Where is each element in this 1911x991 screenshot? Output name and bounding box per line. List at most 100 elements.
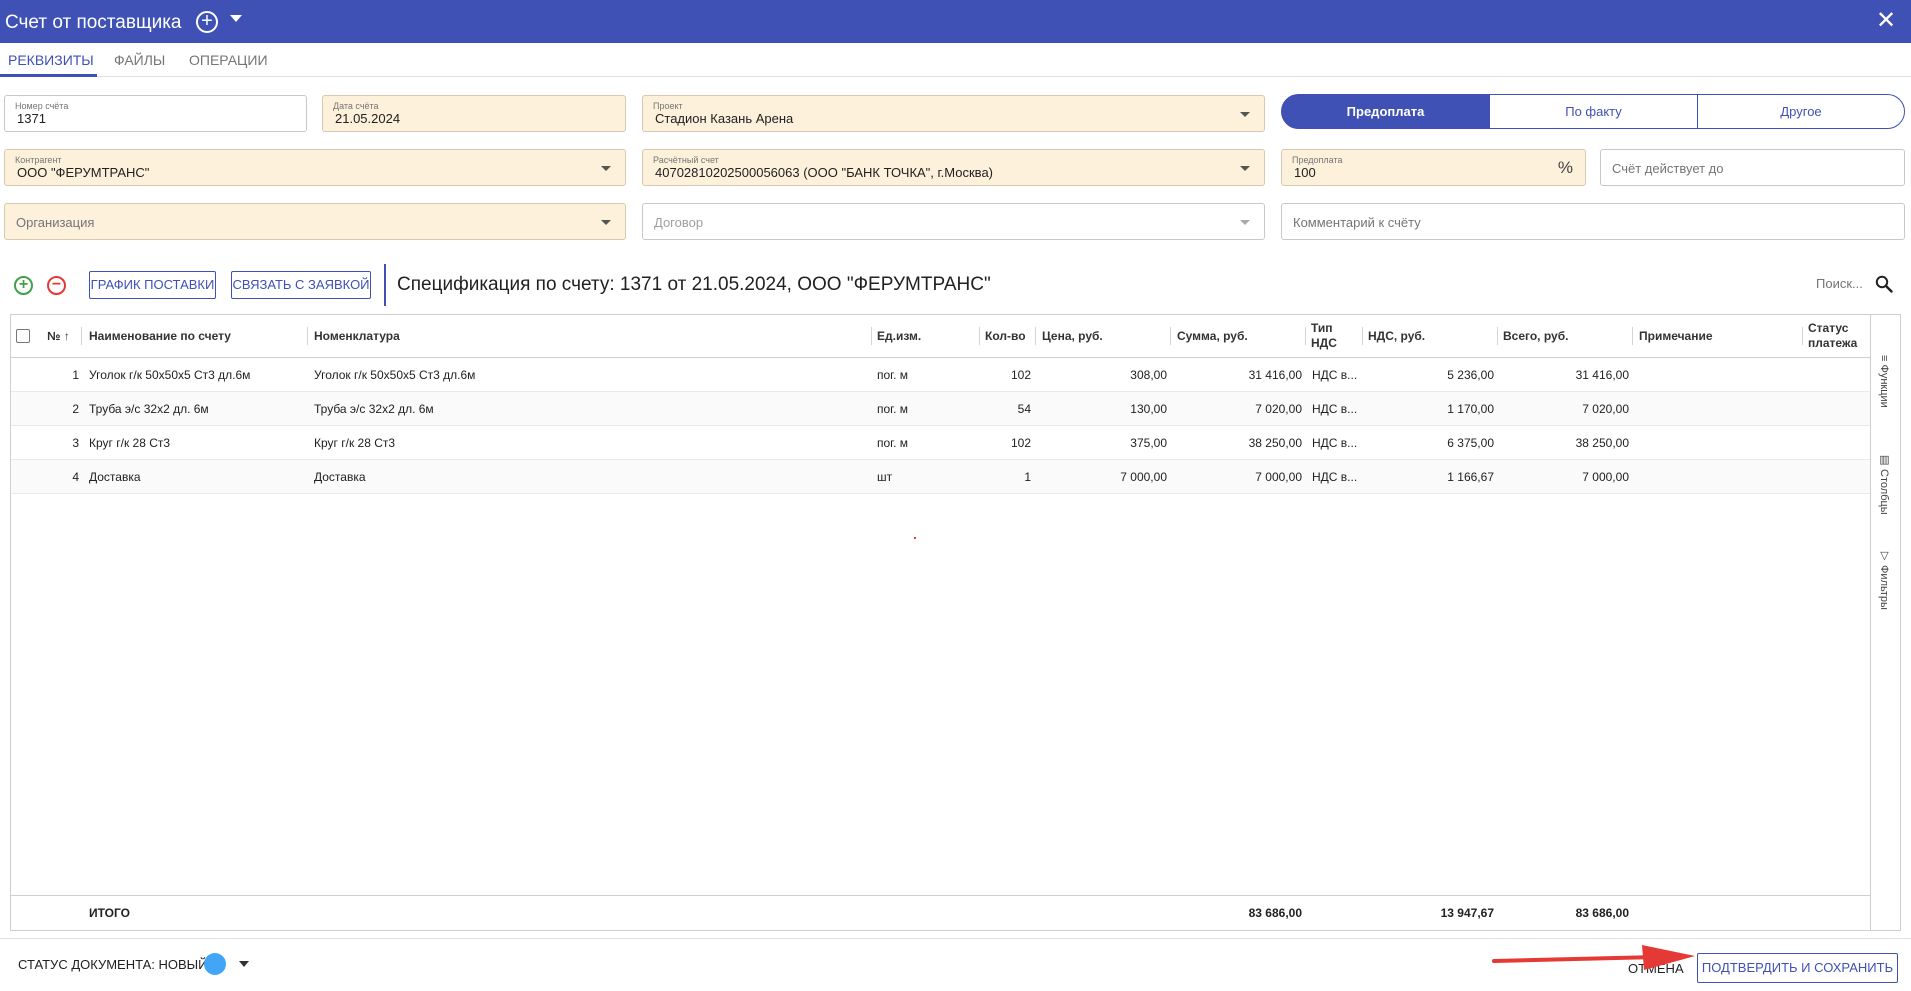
status-dropdown-icon[interactable] xyxy=(239,961,249,967)
column-separator xyxy=(307,327,308,345)
project-value: Стадион Казань Арена xyxy=(655,111,794,126)
dropdown-arrow-icon[interactable] xyxy=(601,166,611,171)
tab-bar: РЕКВИЗИТЫ ФАЙЛЫ ОПЕРАЦИИ xyxy=(0,43,1911,77)
dropdown-arrow-icon[interactable] xyxy=(1240,220,1250,225)
spec-title: Спецификация по счету: 1371 от 21.05.202… xyxy=(397,274,991,295)
col-pay-status[interactable]: Статус платежа xyxy=(1808,321,1857,351)
project-select[interactable]: Проект Стадион Казань Арена xyxy=(642,95,1265,132)
cell-vat-type: НДС в... xyxy=(1312,470,1358,484)
footer-label: ИТОГО xyxy=(89,906,130,920)
cell-sum: 38 250,00 xyxy=(1248,436,1302,450)
chevron-down-icon[interactable] xyxy=(230,15,242,22)
cell-num: 1 xyxy=(72,368,79,382)
cell-unit: пог. м xyxy=(877,402,909,416)
cell-price: 7 000,00 xyxy=(1120,470,1167,484)
cell-qty: 54 xyxy=(1017,402,1031,416)
toolbar-divider xyxy=(384,264,386,306)
cell-name: Труба э/с 32х2 дл. 6м xyxy=(89,402,209,416)
cell-price: 130,00 xyxy=(1130,402,1167,416)
side-tab-filters[interactable]: ▽ Фильтры xyxy=(1878,549,1891,610)
col-pay-status-line1: Статус xyxy=(1808,321,1849,335)
cell-qty: 1 xyxy=(1024,470,1031,484)
search-input[interactable]: Поиск... xyxy=(1816,276,1863,291)
col-num[interactable]: № ↑ xyxy=(47,329,70,343)
tab-files[interactable]: ФАЙЛЫ xyxy=(114,52,165,68)
column-separator xyxy=(979,327,980,345)
contract-select[interactable]: Договор xyxy=(642,203,1265,240)
table-header: № ↑ Наименование по счету Номенклатура Е… xyxy=(11,315,1870,358)
counterparty-label: Контрагент xyxy=(15,155,62,165)
organization-placeholder: Организация xyxy=(16,215,95,230)
col-nomenclature[interactable]: Номенклатура xyxy=(314,329,400,343)
invoice-number-field[interactable]: Номер счёта 1371 xyxy=(4,95,307,132)
invoice-date-label: Дата счёта xyxy=(333,101,379,111)
search-icon[interactable] xyxy=(1875,275,1893,293)
prepayment-field[interactable]: Предоплата 100 % xyxy=(1281,149,1586,186)
comment-field[interactable]: Комментарий к счёту xyxy=(1281,203,1905,240)
dropdown-arrow-icon[interactable] xyxy=(601,220,611,225)
close-icon[interactable]: ✕ xyxy=(1876,9,1896,33)
link-request-button[interactable]: СВЯЗАТЬ С ЗАЯВКОЙ xyxy=(231,271,371,299)
window-header: Счет от поставщика + ✕ xyxy=(0,0,1911,43)
cell-nomenclature: Труба э/с 32х2 дл. 6м xyxy=(314,402,434,416)
cell-unit: пог. м xyxy=(877,436,909,450)
footer-vat: 13 947,67 xyxy=(1440,906,1494,920)
col-vat-type[interactable]: Тип НДС xyxy=(1311,321,1337,351)
cell-sum: 31 416,00 xyxy=(1248,368,1302,382)
comment-placeholder: Комментарий к счёту xyxy=(1293,215,1421,230)
cell-vat: 1 166,67 xyxy=(1447,470,1494,484)
col-price[interactable]: Цена, руб. xyxy=(1042,329,1103,343)
delivery-schedule-button[interactable]: ГРАФИК ПОСТАВКИ xyxy=(89,271,216,299)
column-separator xyxy=(1170,327,1171,345)
cell-total: 7 000,00 xyxy=(1582,470,1629,484)
col-note[interactable]: Примечание xyxy=(1639,329,1713,343)
cell-unit: пог. м xyxy=(877,368,909,382)
side-tab-functions[interactable]: ≡ Функции xyxy=(1878,355,1890,408)
column-separator xyxy=(1305,327,1306,345)
table-row[interactable]: 2 Труба э/с 32х2 дл. 6м Труба э/с 32х2 д… xyxy=(11,392,1870,426)
payment-type-prepayment[interactable]: Предоплата xyxy=(1281,94,1490,129)
dropdown-arrow-icon[interactable] xyxy=(1240,112,1250,117)
add-icon[interactable]: + xyxy=(196,11,218,33)
status-indicator-icon[interactable] xyxy=(204,953,226,975)
add-row-icon[interactable]: + xyxy=(14,276,33,295)
col-sum[interactable]: Сумма, руб. xyxy=(1177,329,1248,343)
cell-vat-type: НДС в... xyxy=(1312,368,1358,382)
tab-requisites[interactable]: РЕКВИЗИТЫ xyxy=(8,52,94,68)
payment-type-actual[interactable]: По факту xyxy=(1489,94,1698,129)
side-tab-columns[interactable]: ▥ Столбцы xyxy=(1878,453,1891,515)
invoice-date-field[interactable]: Дата счёта 21.05.2024 xyxy=(322,95,626,132)
col-total[interactable]: Всего, руб. xyxy=(1503,329,1568,343)
cell-vat: 6 375,00 xyxy=(1447,436,1494,450)
column-separator xyxy=(871,327,872,345)
remove-row-icon[interactable]: − xyxy=(47,276,66,295)
project-label: Проект xyxy=(653,101,683,111)
col-qty[interactable]: Кол-во xyxy=(985,329,1026,343)
cell-vat-type: НДС в... xyxy=(1312,436,1358,450)
col-name[interactable]: Наименование по счету xyxy=(89,329,231,343)
cell-num: 4 xyxy=(72,470,79,484)
document-status-label: СТАТУС ДОКУМЕНТА: НОВЫЙ xyxy=(18,957,208,972)
table-row[interactable]: 3 Круг г/к 28 Ст3 Круг г/к 28 Ст3 пог. м… xyxy=(11,426,1870,460)
account-value: 40702810202500056063 (ООО "БАНК ТОЧКА", … xyxy=(655,165,993,180)
col-pay-status-line2: платежа xyxy=(1808,336,1858,350)
payment-type-other[interactable]: Другое xyxy=(1697,94,1905,129)
col-unit[interactable]: Ед.изм. xyxy=(877,329,921,343)
table-row[interactable]: 1 Уголок г/к 50х50х5 Ст3 дл.6м Уголок г/… xyxy=(11,358,1870,392)
table-row[interactable]: 4 Доставка Доставка шт 1 7 000,00 7 000,… xyxy=(11,460,1870,494)
cell-name: Круг г/к 28 Ст3 xyxy=(89,436,171,450)
dropdown-arrow-icon[interactable] xyxy=(1240,166,1250,171)
cell-sum: 7 020,00 xyxy=(1255,402,1302,416)
confirm-save-button[interactable]: ПОДТВЕРДИТЬ И СОХРАНИТЬ xyxy=(1697,953,1898,983)
tab-operations[interactable]: ОПЕРАЦИИ xyxy=(189,52,268,68)
valid-until-field[interactable]: Счёт действует до xyxy=(1600,149,1905,186)
column-separator xyxy=(1497,327,1498,345)
select-all-checkbox[interactable] xyxy=(16,329,30,343)
cell-price: 375,00 xyxy=(1130,436,1167,450)
counterparty-select[interactable]: Контрагент ООО "ФЕРУМТРАНС" xyxy=(4,149,626,186)
organization-select[interactable]: Организация xyxy=(4,203,626,240)
column-separator xyxy=(1802,327,1803,345)
column-separator xyxy=(1035,327,1036,345)
account-select[interactable]: Расчётный счет 40702810202500056063 (ООО… xyxy=(642,149,1265,186)
col-vat[interactable]: НДС, руб. xyxy=(1368,329,1425,343)
